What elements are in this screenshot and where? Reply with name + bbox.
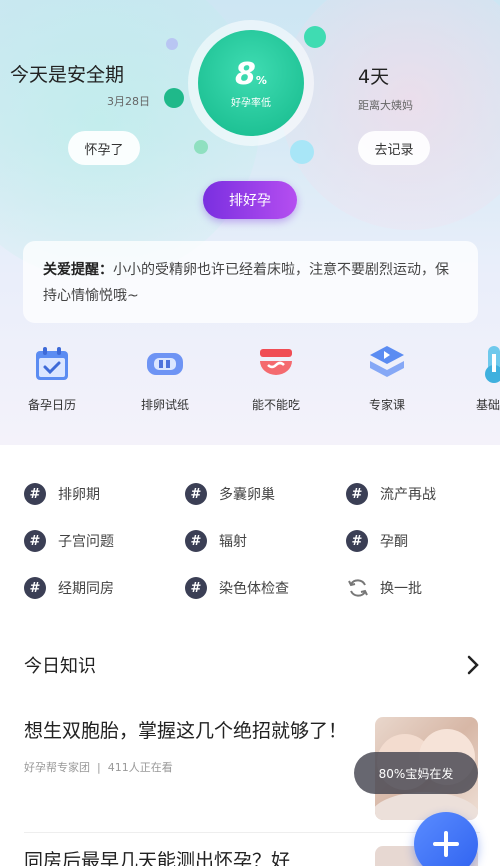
tag-label: 经期同房: [58, 581, 114, 597]
article-readers: 411人正在看: [107, 761, 173, 774]
popular-toast: 80%宝妈在发: [354, 752, 478, 794]
hero-panel: 今天是安全期 3月28日 8% 好孕率低 4天 距离大姨妈 怀孕了 去记录 排好…: [0, 0, 500, 445]
record-button[interactable]: 去记录: [358, 131, 430, 165]
chevron-right-icon: [467, 655, 479, 675]
tag-label: 辐射: [219, 534, 247, 550]
article-title: 想生双胞胎，掌握这几个绝招就够了！: [24, 720, 348, 742]
article-meta: 好孕帮专家团 | 411人正在看: [24, 761, 173, 774]
thermometer-icon: [474, 344, 500, 384]
tool-shortcuts: 备孕日历 排卵试纸 能不能吃 专家课 基础体: [0, 344, 500, 419]
tag-label: 子宫问题: [58, 534, 114, 550]
divider: [24, 832, 480, 833]
tool-expert-course[interactable]: 专家课: [345, 344, 429, 413]
article-source: 好孕帮专家团: [24, 761, 90, 774]
hashtag-icon: #: [24, 577, 46, 599]
period-countdown: 4天 距离大姨妈: [358, 62, 498, 113]
article-card-title[interactable]: 同房后最早几天能测出怀孕？好: [24, 846, 344, 866]
tag-period-sex[interactable]: # 经期同房: [24, 575, 114, 601]
bubble-decoration: [304, 26, 326, 48]
tool-calendar[interactable]: 备孕日历: [10, 344, 94, 413]
tool-label: 专家课: [368, 398, 405, 412]
refresh-tags-button[interactable]: 换一批: [346, 575, 422, 601]
article-card[interactable]: 想生双胞胎，掌握这几个绝招就够了！ 好孕帮专家团 | 411人正在看: [24, 715, 354, 775]
tag-label: 排卵期: [58, 487, 100, 503]
tag-uterus[interactable]: # 子宫问题: [24, 528, 114, 554]
section-title: 今日知识: [24, 656, 96, 677]
tool-label: 备孕日历: [27, 398, 76, 412]
tag-label: 多囊卵巢: [219, 487, 275, 503]
tool-can-eat[interactable]: 能不能吃: [234, 344, 318, 413]
tag-pcos[interactable]: # 多囊卵巢: [185, 481, 275, 507]
tag-progesterone[interactable]: # 孕酮: [346, 528, 408, 554]
tag-label: 染色体检查: [219, 581, 289, 597]
add-record-button[interactable]: [414, 812, 478, 866]
fertility-label: 好孕率低: [231, 98, 271, 109]
tag-label: 孕酮: [380, 534, 408, 550]
tool-label: 能不能吃: [251, 398, 300, 412]
tag-radiation[interactable]: # 辐射: [185, 528, 247, 554]
tag-label: 流产再战: [380, 487, 436, 503]
tag-after-miscarriage[interactable]: # 流产再战: [346, 481, 436, 507]
hashtag-icon: #: [185, 530, 207, 552]
bubble-decoration: [166, 38, 178, 50]
hashtag-icon: #: [185, 483, 207, 505]
countdown-label: 距离大姨妈: [358, 99, 413, 112]
calendar-icon: [32, 344, 72, 384]
reminder-label: 关爱提醒：: [43, 262, 113, 278]
refresh-label: 换一批: [380, 581, 422, 597]
test-strip-icon: [145, 344, 185, 384]
care-reminder-card[interactable]: 关爱提醒：小小的受精卵也许已经着床啦，注意不要剧烈运动，保持心情愉悦哦~: [23, 241, 478, 323]
hashtag-icon: #: [24, 530, 46, 552]
tag-ovulation[interactable]: # 排卵期: [24, 481, 100, 507]
hashtag-icon: #: [24, 483, 46, 505]
bubble-decoration: [164, 88, 184, 108]
bubble-decoration: [290, 140, 314, 164]
countdown-days: 4天: [358, 66, 390, 88]
prep-pregnancy-button[interactable]: 排好孕: [203, 181, 297, 219]
bubble-decoration: [194, 140, 208, 154]
today-knowledge-header[interactable]: 今日知识: [24, 650, 480, 680]
safe-period-title: 今天是安全期: [10, 64, 125, 86]
refresh-icon: [348, 579, 368, 597]
video-course-icon: [367, 344, 407, 384]
status-date: 3月28日: [107, 95, 150, 108]
plus-icon: [433, 831, 459, 857]
hashtag-icon: #: [346, 530, 368, 552]
tool-test-strip[interactable]: 排卵试纸: [123, 344, 207, 413]
bowl-icon: [256, 344, 296, 384]
hashtag-icon: #: [346, 483, 368, 505]
pregnant-button[interactable]: 怀孕了: [68, 131, 140, 165]
tool-label: 排卵试纸: [140, 398, 189, 412]
fertility-rate-circle[interactable]: 8% 好孕率低: [198, 30, 304, 136]
safe-period-status: 今天是安全期 3月28日: [10, 60, 150, 109]
fertility-percent: 8%: [235, 57, 267, 92]
hashtag-icon: #: [185, 577, 207, 599]
tool-label: 基础体: [475, 398, 500, 412]
tag-chromosome[interactable]: # 染色体检查: [185, 575, 289, 601]
tool-basal-temp[interactable]: 基础体: [452, 344, 500, 413]
